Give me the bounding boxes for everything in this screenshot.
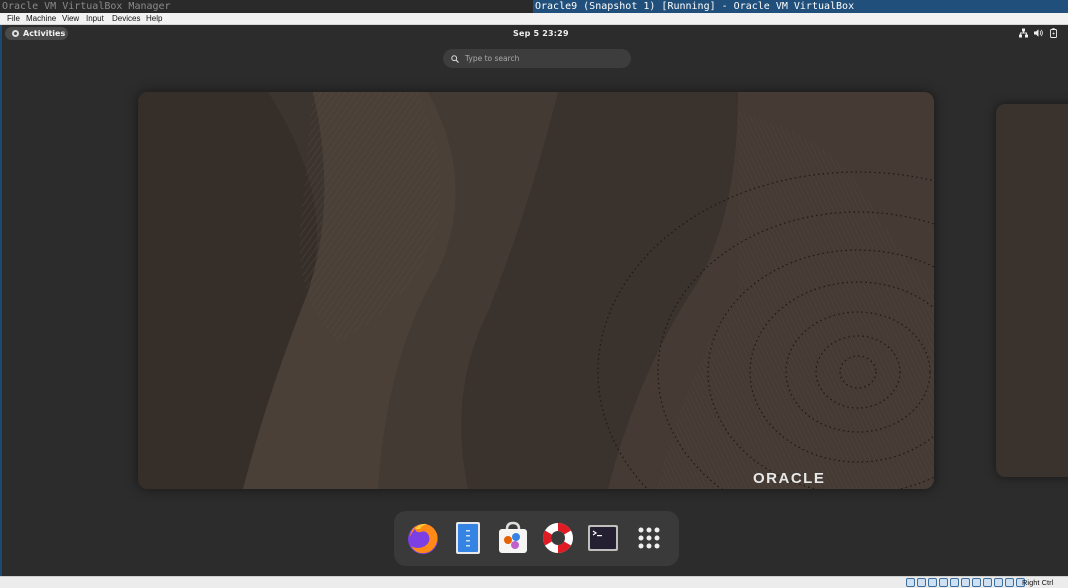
vbox-statusbar: Right Ctrl (0, 576, 1068, 588)
cpu-icon[interactable] (994, 578, 1003, 587)
status-device-icons (906, 578, 1025, 587)
workspace-thumbnail-current[interactable]: ORACLE (138, 92, 934, 489)
workspace-thumbnail-next[interactable] (996, 104, 1068, 477)
optical-drive-icon[interactable] (917, 578, 926, 587)
search-field[interactable]: Type to search (443, 49, 631, 68)
network-icon (1019, 28, 1028, 38)
dash-dock (394, 511, 679, 566)
system-tray[interactable] (1019, 28, 1058, 38)
audio-icon[interactable] (928, 578, 937, 587)
dock-terminal[interactable] (585, 520, 621, 556)
search-icon (451, 54, 459, 63)
activities-label: Activities (23, 29, 66, 38)
software-store-icon (499, 521, 527, 553)
vm-window-title[interactable]: Oracle9 (Snapshot 1) [Running] - Oracle … (533, 0, 1068, 13)
help-lifebuoy-icon (543, 523, 573, 553)
menu-machine[interactable]: Machine (26, 13, 56, 25)
dock-firefox[interactable] (405, 520, 441, 556)
usb-icon[interactable] (950, 578, 959, 587)
guest-screen[interactable]: Activities Sep 5 23:29 Type to search OR… (0, 25, 1068, 576)
activities-icon (12, 30, 19, 37)
manager-window-title[interactable]: Oracle VM VirtualBox Manager (2, 0, 171, 13)
dock-files[interactable] (450, 520, 486, 556)
activities-button[interactable]: Activities (5, 27, 68, 40)
battery-icon (1049, 28, 1058, 38)
gnome-top-bar: Activities Sep 5 23:29 (2, 25, 1068, 43)
vbox-menubar: File Machine View Input Devices Help (0, 13, 1068, 25)
menu-view[interactable]: View (62, 13, 79, 25)
menu-file[interactable]: File (7, 13, 20, 25)
host-key-label: Right Ctrl (1022, 578, 1054, 587)
recording-icon[interactable] (983, 578, 992, 587)
oracle-wallpaper-logo: ORACLE (753, 470, 826, 487)
wallpaper (138, 92, 934, 489)
menu-devices[interactable]: Devices (112, 13, 140, 25)
files-icon (456, 522, 480, 554)
menu-input[interactable]: Input (86, 13, 104, 25)
menu-help[interactable]: Help (146, 13, 162, 25)
dock-software[interactable] (495, 520, 531, 556)
volume-icon (1034, 28, 1043, 38)
mouse-integration-icon[interactable] (1005, 578, 1014, 587)
shared-folders-icon[interactable] (961, 578, 970, 587)
app-grid-icon (638, 527, 660, 549)
terminal-icon (588, 525, 618, 551)
firefox-icon (408, 523, 438, 554)
host-titlebar: Oracle VM VirtualBox Manager Oracle9 (Sn… (0, 0, 1068, 13)
dock-show-apps[interactable] (631, 520, 667, 556)
clock[interactable]: Sep 5 23:29 (513, 29, 569, 38)
search-placeholder: Type to search (465, 54, 520, 63)
dock-help[interactable] (540, 520, 576, 556)
hard-disk-icon[interactable] (906, 578, 915, 587)
network-adapter-icon[interactable] (939, 578, 948, 587)
display-icon[interactable] (972, 578, 981, 587)
